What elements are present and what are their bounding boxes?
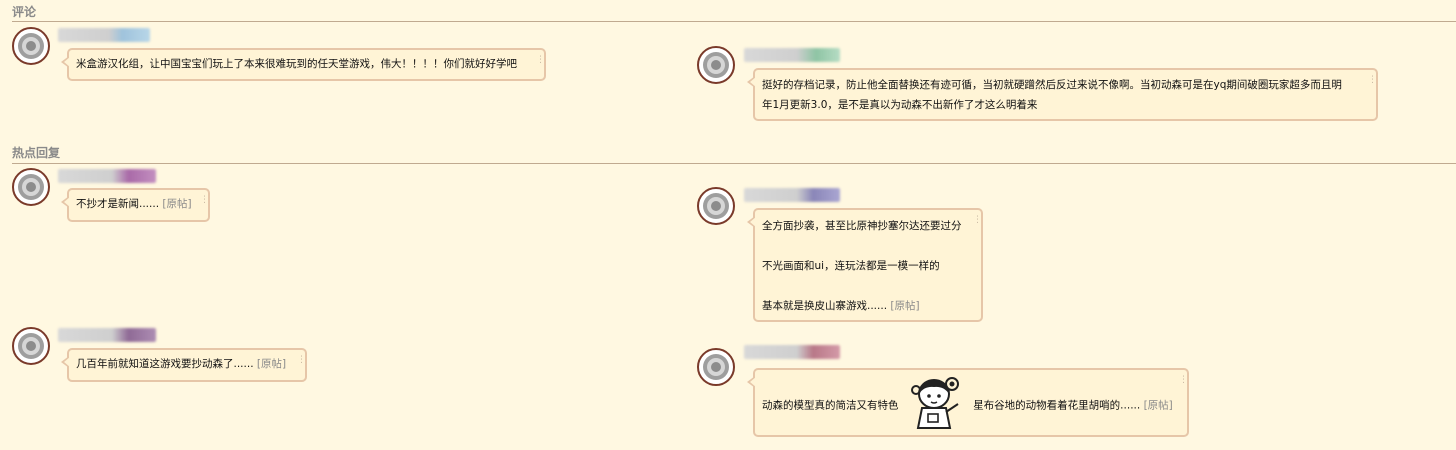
avatar-default-icon [18,33,44,59]
username-blurred[interactable] [744,345,840,359]
avatar-default-icon [18,333,44,359]
username-blurred[interactable] [744,188,840,202]
avatar-default-icon [18,174,44,200]
reply-bubble: 动森的模型真的简洁又有特色 星布谷地的动物看着花里胡哨的...... [原帖] … [747,368,1189,437]
avatar-default-icon [703,52,729,78]
more-options-icon[interactable]: ⋮ [1368,76,1377,85]
original-post-link[interactable]: [原帖] [162,198,191,210]
reply-bubble: 不抄才是新闻...... [原帖] ⋮ [61,188,210,222]
original-post-link[interactable]: [原帖] [1144,400,1173,412]
more-options-icon[interactable]: ⋮ [973,216,982,225]
comment-bubble: 米盒游汉化组，让中国宝宝们玩上了本来很难玩到的任天堂游戏，伟大！！！！你们就好好… [61,48,546,81]
more-options-icon[interactable]: ⋮ [536,56,545,65]
comment-text-line: 挺好的存档记录，防止他全面替换还有迹可循，当初就硬蹭然后反过来说不像啊。当初动森… [762,79,1342,91]
username-blurred[interactable] [58,328,156,342]
avatar[interactable] [697,46,735,84]
section-divider [12,21,1456,22]
reply-text: 动森的模型真的简洁又有特色 [762,399,899,412]
reply-text-paragraph: 不光画面和ui，连玩法都是一模一样的 [762,260,940,272]
username-blurred[interactable] [58,169,156,183]
section-divider [12,163,1456,164]
reply-text-paragraph: 基本就是换皮山寨游戏...... [原帖] [762,296,971,316]
reply-text: 不抄才是新闻...... [76,198,160,210]
avatar[interactable] [697,348,735,386]
avatar[interactable] [12,27,50,65]
comment-bubble: 挺好的存档记录，防止他全面替换还有迹可循，当初就硬蹭然后反过来说不像啊。当初动森… [747,68,1378,121]
original-post-link[interactable]: [原帖] [890,300,919,312]
reply-bubble: 全方面抄袭，甚至比原神抄塞尔达还要过分 不光画面和ui，连玩法都是一模一样的 基… [747,208,983,322]
section-title-hot-replies: 热点回复 [12,146,61,160]
more-options-icon[interactable]: ⋮ [200,196,209,205]
comment-text: 米盒游汉化组，让中国宝宝们玩上了本来很难玩到的任天堂游戏，伟大！！！！你们就好好… [76,58,517,70]
reply-bubble: 几百年前就知道这游戏要抄动森了...... [原帖] ⋮ [61,348,307,382]
avatar[interactable] [12,327,50,365]
avatar-default-icon [703,354,729,380]
username-blurred[interactable] [58,28,150,42]
reply-text-paragraph: 全方面抄袭，甚至比原神抄塞尔达还要过分 [762,220,962,232]
anime-girl-sticker-icon [906,374,966,437]
reply-text: 基本就是换皮山寨游戏...... [762,300,888,312]
original-post-link[interactable]: [原帖] [257,358,286,370]
avatar[interactable] [697,187,735,225]
more-options-icon[interactable]: ⋮ [297,356,306,365]
username-blurred[interactable] [744,48,840,62]
reply-text: 星布谷地的动物看着花里胡哨的...... [973,399,1141,412]
more-options-icon[interactable]: ⋮ [1179,376,1188,385]
section-title-comments: 评论 [12,5,37,19]
avatar-default-icon [703,193,729,219]
avatar[interactable] [12,168,50,206]
reply-text: 几百年前就知道这游戏要抄动森了...... [76,358,254,370]
comment-text-line: 年1月更新3.0，是不是真以为动森不出新作了才这么明着来 [762,99,1038,111]
